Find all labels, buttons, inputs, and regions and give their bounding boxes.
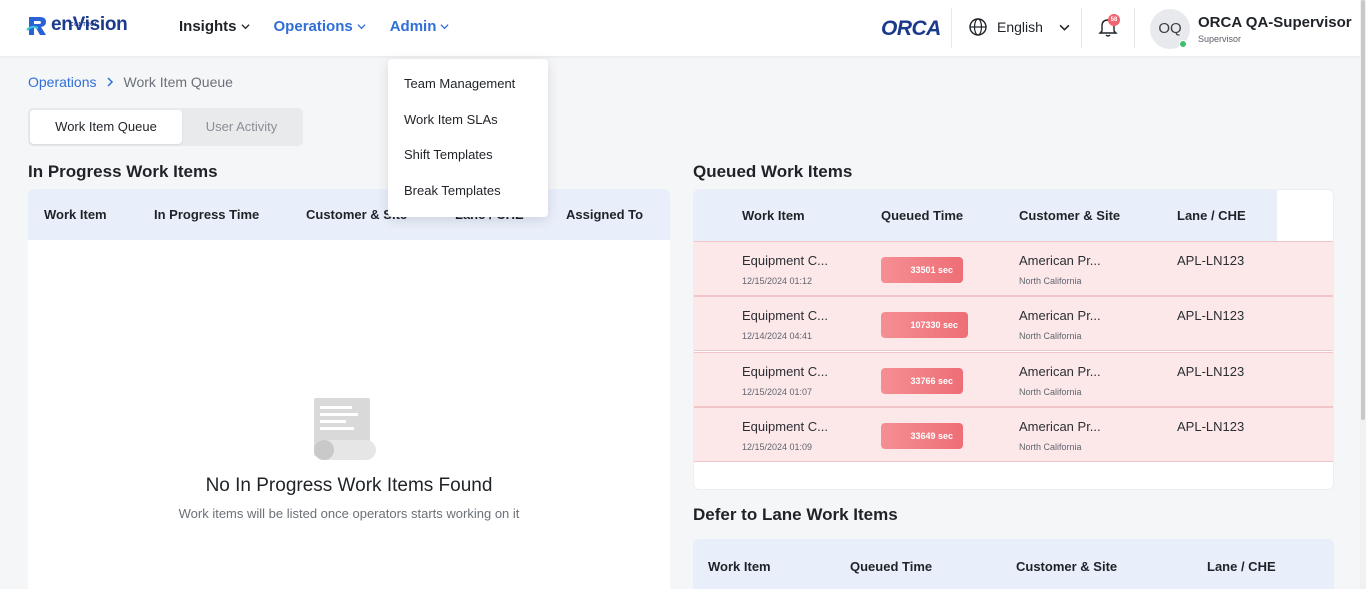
queued-panel: Work Item Queued Time Customer & Site La… [693,189,1334,490]
empty-state-title: No In Progress Work Items Found [205,475,493,496]
breadcrumb: Operations Work Item Queue [28,74,233,90]
top-navigation-bar: enVision CONTROL Insights Operations Adm… [0,0,1366,56]
chevron-down-icon [357,24,366,30]
column-header-work-item[interactable]: Work Item [44,207,107,222]
chevron-down-icon [240,24,250,30]
menu-item-shift-templates[interactable]: Shift Templates [404,147,493,162]
chevron-right-svg [107,76,114,87]
table-row[interactable]: Equipment C... 12/14/2024 04:41 107330 s… [694,296,1333,351]
table-row[interactable]: Equipment C... 12/15/2024 01:09 33649 se… [694,407,1333,462]
divider [951,8,952,48]
user-name[interactable]: ORCA QA-Supervisor [1198,14,1352,31]
in-progress-title: In Progress Work Items [28,162,218,181]
lane-che: APL-LN123 [1177,308,1245,323]
column-header-queued-time[interactable]: Queued Time [881,208,963,223]
divider [1081,8,1082,48]
column-header-queued-time[interactable]: Queued Time [850,559,932,574]
queued-table-header: Work Item Queued Time Customer & Site La… [694,190,1277,241]
site-name: North California [1019,442,1082,452]
customer-name: American Pr... [1019,253,1101,268]
view-tabs: Work Item Queue User Activity [28,108,303,146]
customer-name: American Pr... [1019,364,1101,379]
tab-work-item-queue[interactable]: Work Item Queue [30,110,182,144]
work-item-name: Equipment C... [742,308,828,323]
defer-title: Defer to Lane Work Items [693,505,898,524]
scrollbar-thumb[interactable] [1361,0,1365,420]
envision-logo[interactable]: enVision [26,14,128,42]
nav-admin[interactable]: Admin [390,18,450,35]
orca-logo: ORCA [881,17,941,40]
nav-admin-label: Admin [389,18,437,35]
user-role: Supervisor [1198,34,1242,44]
admin-dropdown-menu: Team Management Work Item SLAs Shift Tem… [388,59,548,217]
queued-title: Queued Work Items [693,162,853,181]
queued-time-badge: 33766 sec [881,368,963,394]
language-selector[interactable]: English [968,17,1070,37]
column-header-work-item[interactable]: Work Item [708,559,771,574]
work-item-name: Equipment C... [742,419,828,434]
customer-name: American Pr... [1019,419,1101,434]
online-status-dot [1179,40,1187,48]
work-item-date: 12/15/2024 01:12 [742,276,813,286]
site-name: North California [1019,387,1082,397]
empty-state-subtitle: Work items will be listed once operators… [178,506,520,521]
queued-time-badge: 33501 sec [881,257,963,283]
column-header-in-progress-time[interactable]: In Progress Time [154,207,259,222]
column-header-lane-che[interactable]: Lane / CHE [1207,559,1276,574]
site-name: North California [1019,276,1082,286]
globe-icon [969,18,987,36]
work-item-name: Equipment C... [742,253,828,268]
defer-table-header: Work Item Queued Time Customer & Site La… [693,539,1334,589]
column-header-customer-site[interactable]: Customer & Site [1019,208,1120,223]
in-progress-table-header: Work Item In Progress Time Customer & Si… [28,189,670,240]
nav-operations[interactable]: Operations [274,18,366,35]
menu-item-team-management[interactable]: Team Management [404,76,515,91]
language-label: English [997,19,1043,35]
chevron-right-icon [106,75,114,90]
breadcrumb-current: Work Item Queue [123,74,233,90]
queued-time-badge: 33649 sec [881,423,963,449]
envision-logo-mark-icon [26,17,46,35]
customer-name: American Pr... [1019,308,1101,323]
work-item-date: 12/15/2024 01:09 [742,442,813,452]
column-header-customer-site[interactable]: Customer & Site [1016,559,1117,574]
column-header-work-item[interactable]: Work Item [742,208,805,223]
nav-operations-label: Operations [273,18,353,35]
work-item-date: 12/14/2024 04:41 [742,331,813,341]
lane-che: APL-LN123 [1177,419,1245,434]
page-scrollbar[interactable] [1360,0,1366,589]
chevron-down-icon [440,24,449,30]
work-item-name: Equipment C... [742,364,828,379]
menu-item-break-templates[interactable]: Break Templates [404,183,501,198]
breadcrumb-operations-link[interactable]: Operations [28,74,96,90]
tab-user-activity[interactable]: User Activity [182,110,301,144]
nav-insights[interactable]: Insights [179,18,250,35]
table-row[interactable]: Equipment C... 12/15/2024 01:12 33501 se… [694,241,1333,296]
menu-item-work-item-slas[interactable]: Work Item SLAs [404,112,498,127]
in-progress-panel: Work Item In Progress Time Customer & Si… [28,189,670,589]
site-name: North California [1019,331,1082,341]
empty-document-icon [314,398,376,460]
brand-sub: CONTROL [70,22,99,28]
nav-insights-label: Insights [179,18,237,35]
work-item-date: 12/15/2024 01:07 [742,387,813,397]
table-row[interactable]: Equipment C... 12/15/2024 01:07 33766 se… [694,352,1333,407]
main-nav: Insights Operations Admin [179,18,473,35]
queued-time-badge: 107330 sec [881,312,968,338]
chevron-down-icon [1059,24,1070,31]
lane-che: APL-LN123 [1177,253,1245,268]
column-header-lane-che[interactable]: Lane / CHE [1177,208,1246,223]
column-header-assigned-to[interactable]: Assigned To [566,207,643,222]
notification-badge: 58 [1108,14,1120,26]
divider [1134,8,1135,48]
lane-che: APL-LN123 [1177,364,1245,379]
